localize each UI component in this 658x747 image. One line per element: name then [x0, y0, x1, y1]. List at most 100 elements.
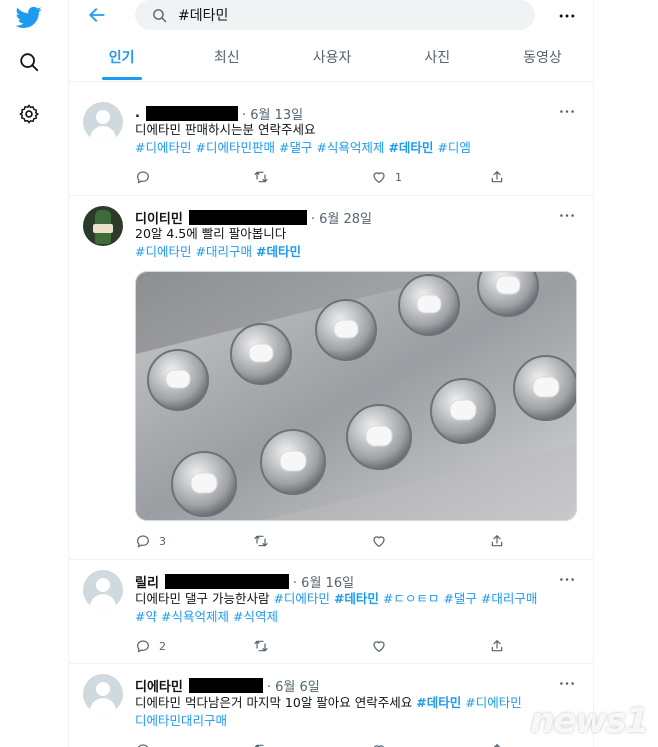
reply-button[interactable]	[135, 168, 253, 186]
hashtag[interactable]: #디엠	[437, 140, 470, 155]
tweet[interactable]: 릴리 · 6월 16일 디에타민 댈구 가능한사람 #디에타민 #데타민 #ㄷㅇㅌㅁ #…	[69, 560, 593, 664]
tweet[interactable]: 디이티민 · 6월 28일 20알 4.5에 빨리 팔아봅니다 #디에타민 #대리…	[69, 196, 593, 560]
hashtag[interactable]: #댈구	[443, 591, 476, 606]
hashtag[interactable]: #디에타민	[135, 140, 191, 155]
hashtag[interactable]: #댈구	[279, 140, 312, 155]
share-button[interactable]	[489, 637, 505, 655]
avatar[interactable]	[83, 102, 123, 142]
settings-gear-icon[interactable]	[14, 99, 44, 129]
tweet-text: 디에타민 먹다남은거 마지막 10알 팔아요 연락주세요	[135, 695, 413, 710]
hashtag[interactable]: #대리구매	[195, 244, 251, 259]
tweet-actions: 2	[135, 637, 505, 655]
hashtag[interactable]: #데타민	[334, 591, 379, 606]
retweet-button[interactable]	[253, 741, 371, 747]
retweet-icon	[254, 640, 268, 652]
retweet-button[interactable]	[253, 532, 371, 550]
retweet-button[interactable]	[253, 637, 371, 655]
retweet-icon	[254, 535, 268, 547]
retweet-button[interactable]	[253, 168, 371, 186]
like-button[interactable]	[371, 741, 489, 747]
like-button[interactable]: 1	[371, 168, 489, 186]
top-bar	[69, 0, 593, 30]
tweet-more-icon[interactable]	[557, 210, 577, 220]
hashtag[interactable]: #데타민	[388, 140, 433, 155]
share-icon	[491, 535, 503, 547]
reply-button[interactable]: 3	[135, 532, 253, 550]
reply-button[interactable]	[135, 741, 253, 747]
search-results-feed: 인기 최신 사용자 사진 동영상 . · 6월 13일 디에타민 판매하시는분 …	[68, 0, 594, 747]
avatar[interactable]	[83, 570, 123, 610]
user-name[interactable]: 디에타민	[135, 676, 183, 695]
tweet-photo[interactable]	[135, 271, 577, 521]
hashtag[interactable]: #약	[135, 609, 157, 624]
search-input[interactable]	[178, 7, 498, 23]
tweet-text: 20알 4.5에 빨리 팔아봅니다	[135, 226, 287, 241]
hashtag[interactable]: #식역제	[233, 609, 278, 624]
tweet[interactable]: 디에타민 · 6월 6일 디에타민 먹다남은거 마지막 10알 팔아요 연락주세…	[69, 664, 593, 747]
tab-people[interactable]: 사용자	[279, 38, 384, 81]
tweet-header: 디에타민 · 6월 6일	[135, 676, 320, 695]
user-name[interactable]: .	[135, 106, 140, 121]
tab-top[interactable]: 인기	[69, 38, 174, 81]
explore-search-icon[interactable]	[14, 47, 44, 77]
share-button[interactable]	[489, 168, 505, 186]
tab-videos[interactable]: 동영상	[490, 38, 593, 81]
heart-icon	[373, 536, 385, 547]
hashtag[interactable]: #데타민	[416, 695, 461, 710]
hashtag[interactable]: #데타민	[256, 244, 301, 259]
redaction-bar	[164, 574, 289, 589]
redaction-bar	[188, 678, 263, 693]
hashtag[interactable]: #디에타민	[273, 591, 329, 606]
back-arrow-icon[interactable]	[85, 3, 109, 27]
pill-blister-pack-image	[136, 272, 576, 520]
share-button[interactable]	[489, 532, 505, 550]
tweet-actions: 3	[135, 532, 505, 550]
hashtag[interactable]: #ㄷㅇㅌㅁ	[383, 591, 439, 606]
tab-latest[interactable]: 최신	[174, 38, 279, 81]
like-count: 1	[395, 170, 402, 184]
tweet-more-icon[interactable]	[557, 574, 577, 584]
heart-icon	[373, 641, 385, 652]
tweet-date[interactable]: · 6월 16일	[293, 572, 354, 591]
retweet-icon	[254, 744, 264, 747]
user-name[interactable]: 릴리	[135, 572, 159, 591]
share-icon	[491, 640, 503, 652]
tweet-text-line: 디에타민 댈구 가능한사람 #디에타민 #데타민 #ㄷㅇㅌㅁ #댈구 #대리구매	[135, 590, 581, 608]
hashtag[interactable]: #디에타민	[135, 244, 191, 259]
tweet-date[interactable]: · 6월 6일	[267, 676, 320, 695]
hashtag[interactable]: #디에타민	[465, 695, 521, 710]
reply-button[interactable]: 2	[135, 637, 253, 655]
hashtags: #디에타민 #대리구매 #데타민	[135, 243, 581, 261]
reply-icon	[137, 171, 149, 184]
redaction-bar	[145, 106, 238, 121]
like-button[interactable]	[371, 637, 489, 655]
hashtag[interactable]: #대리구매	[481, 591, 537, 606]
hashtag[interactable]: #디에타민판매	[195, 140, 274, 155]
hashtag[interactable]: #식욕억제제	[316, 140, 384, 155]
tweet-text-line: 디에타민 먹다남은거 마지막 10알 팔아요 연락주세요 #데타민 #디에타민	[135, 694, 581, 712]
share-icon	[493, 744, 501, 747]
avatar[interactable]	[83, 674, 123, 714]
tweet[interactable]: . · 6월 13일 디에타민 판매하시는분 연락주세요 #디에타민 #디에타민판…	[69, 92, 593, 196]
avatar[interactable]	[83, 206, 123, 246]
share-button[interactable]	[489, 741, 505, 747]
hashtag[interactable]: 디에타민대리구매	[135, 713, 227, 728]
tweet-more-icon[interactable]	[557, 106, 577, 116]
hashtag[interactable]: #식욕억제제	[161, 609, 229, 624]
tab-photos[interactable]: 사진	[385, 38, 490, 81]
more-options-icon[interactable]	[555, 4, 579, 28]
redaction-bar	[188, 210, 307, 225]
heart-icon	[373, 172, 385, 183]
tweet-text: 디에타민 판매하시는분 연락주세요	[135, 122, 316, 137]
search-box[interactable]	[135, 0, 535, 30]
search-tabs: 인기 최신 사용자 사진 동영상	[69, 38, 593, 82]
like-button[interactable]	[371, 532, 489, 550]
reply-icon	[137, 744, 149, 747]
share-icon	[491, 171, 503, 183]
tweet-more-icon[interactable]	[557, 678, 577, 688]
news1-watermark-logo: news1	[530, 701, 649, 741]
tweet-header: 릴리 · 6월 16일	[135, 572, 354, 591]
twitter-logo-icon[interactable]	[14, 2, 44, 32]
hashtags: #디에타민 #디에타민판매 #댈구 #식욕억제제 #데타민 #디엠	[135, 139, 581, 157]
hashtags: #약 #식욕억제제 #식역제	[135, 608, 581, 626]
